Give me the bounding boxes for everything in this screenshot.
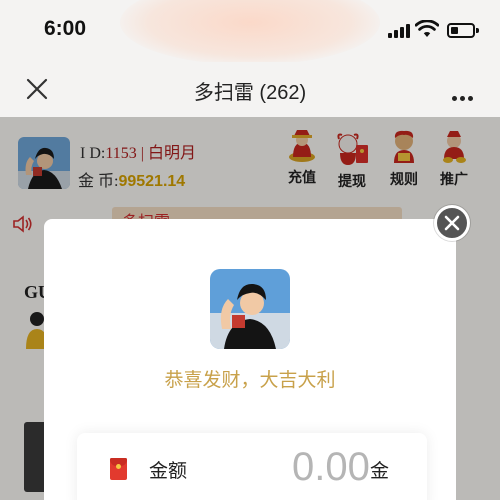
red-envelope-dialog: 恭喜发财，大吉大利 金额 0.00 金 [44,219,456,500]
amount-card: 金额 0.00 金 [77,433,427,500]
wifi-icon [415,20,439,37]
red-envelope-icon [110,458,127,480]
more-options-icon[interactable] [452,86,476,105]
sender-avatar [210,269,290,349]
dialog-close-button[interactable] [434,205,470,241]
congrats-text: 恭喜发财，大吉大利 [164,369,336,391]
close-icon [444,215,460,231]
status-bar-glow [120,0,380,65]
amount-unit: 金 [370,460,390,482]
cellular-signal-icon [388,24,412,38]
nav-bar: 多扫雷 (262) [0,62,500,117]
battery-icon [447,23,479,38]
amount-value: 0.00 [292,445,370,489]
amount-label: 金额 [149,460,188,482]
page-title: 多扫雷 (262) [193,82,307,104]
status-time: 6:00 [44,17,87,40]
status-bar: 6:00 [0,0,500,65]
